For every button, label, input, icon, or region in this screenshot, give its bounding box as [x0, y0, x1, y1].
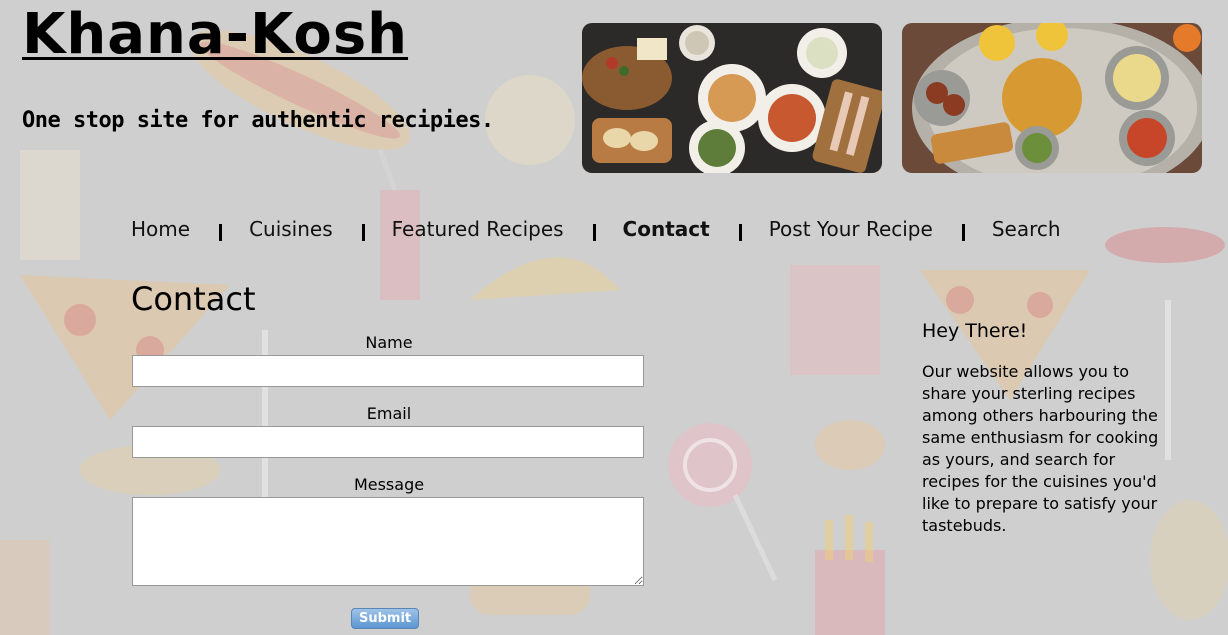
submit-button[interactable]: Submit — [351, 608, 420, 629]
nav-cuisines[interactable]: Cuisines — [249, 217, 333, 241]
food-spread-image — [582, 23, 882, 173]
aside-description: Our website allows you to share your ste… — [922, 362, 1159, 535]
site-tagline: One stop site for authentic recipies. — [22, 108, 494, 133]
nav-separator — [219, 223, 223, 241]
indian-thali-image — [902, 23, 1202, 173]
nav-separator — [961, 223, 965, 241]
message-field[interactable] — [132, 497, 644, 586]
name-label: Name — [365, 333, 413, 352]
nav-contact[interactable]: Contact — [623, 217, 710, 241]
nav-search[interactable]: Search — [992, 217, 1061, 241]
page-content: Khana-Kosh One stop site for authentic r… — [0, 0, 1228, 635]
nav-separator — [592, 223, 596, 241]
name-field[interactable] — [132, 355, 644, 387]
email-field[interactable] — [132, 426, 644, 458]
nav-home[interactable]: Home — [131, 217, 190, 241]
site-title[interactable]: Khana-Kosh — [22, 2, 408, 67]
nav-featured-recipes[interactable]: Featured Recipes — [392, 217, 564, 241]
aside-title: Hey There! — [922, 320, 1028, 342]
nav-separator — [738, 223, 742, 241]
message-label: Message — [353, 475, 425, 494]
email-label: Email — [366, 404, 412, 423]
main-nav: Home Cuisines Featured Recipes Contact P… — [131, 217, 1061, 241]
nav-post-your-recipe[interactable]: Post Your Recipe — [769, 217, 933, 241]
nav-separator — [361, 223, 365, 241]
contact-heading: Contact — [131, 280, 256, 318]
